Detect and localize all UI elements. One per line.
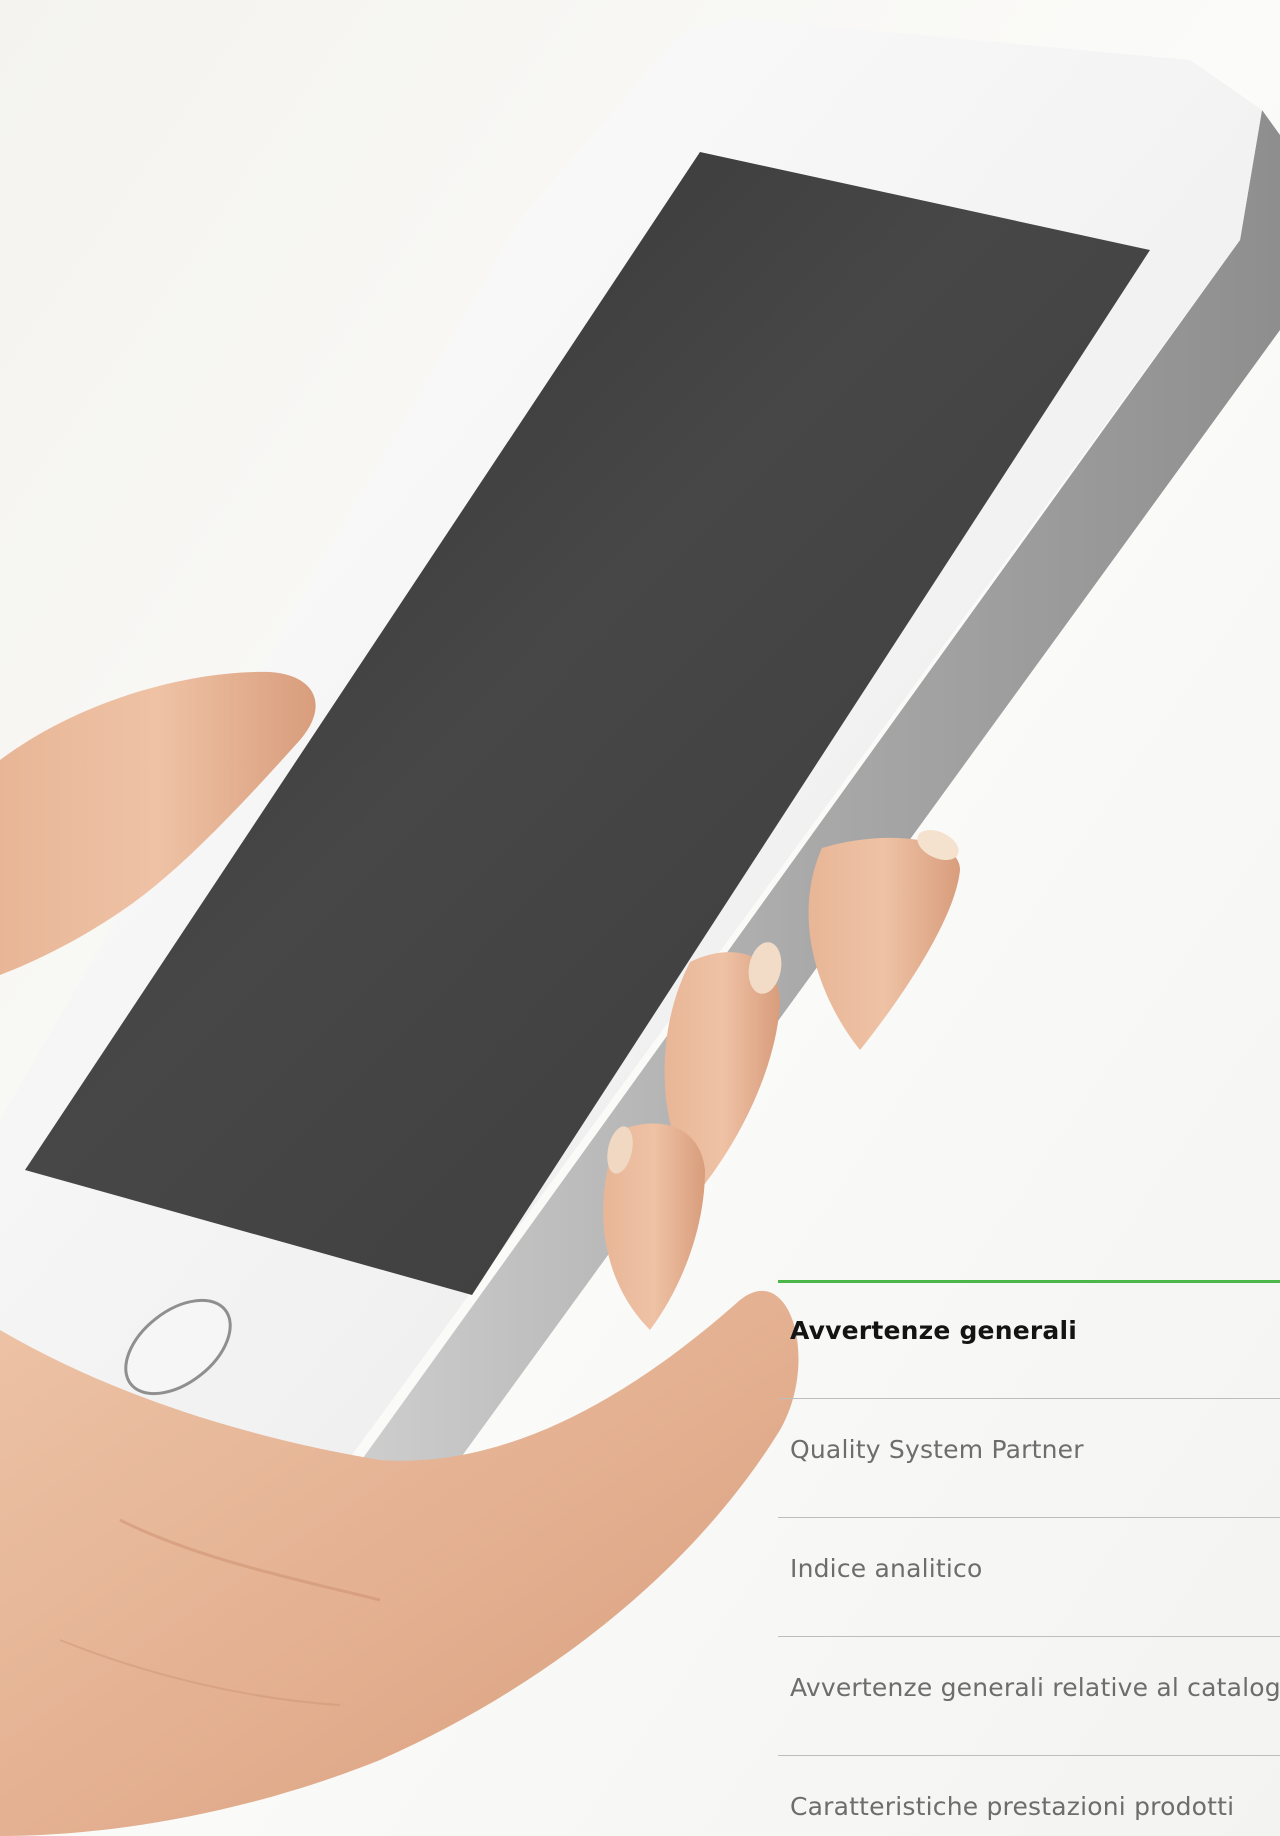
toc-item-quality-system-partner[interactable]: Quality System Partner (778, 1399, 1280, 1518)
toc-item-label: Caratteristiche prestazioni prodotti (790, 1792, 1235, 1821)
toc-item-indice-analitico[interactable]: Indice analitico (778, 1518, 1280, 1637)
toc-item-label: Avvertenze generali (790, 1316, 1077, 1345)
toc-item-label: Quality System Partner (790, 1435, 1084, 1464)
table-of-contents: Avvertenze generali Quality System Partn… (778, 1280, 1280, 1836)
toc-item-label: Avvertenze generali relative al catalogo (790, 1673, 1280, 1702)
toc-item-avvertenze-generali[interactable]: Avvertenze generali (778, 1280, 1280, 1399)
toc-item-label: Indice analitico (790, 1554, 983, 1583)
toc-item-caratteristiche-prestazioni[interactable]: Caratteristiche prestazioni prodotti (778, 1756, 1280, 1836)
toc-item-avvertenze-catalogo[interactable]: Avvertenze generali relative al catalogo (778, 1637, 1280, 1756)
